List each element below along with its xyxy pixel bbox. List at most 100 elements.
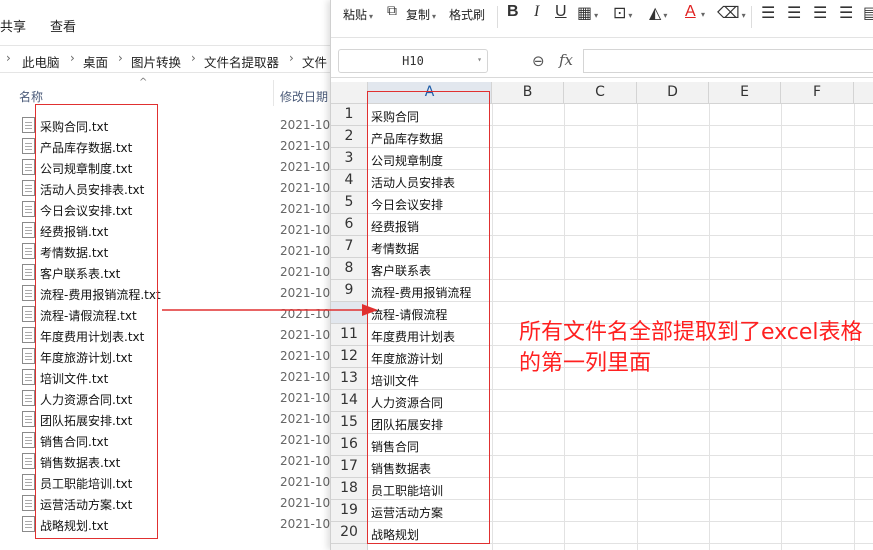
breadcrumb-item-this-pc[interactable]: 此电脑 <box>22 52 60 71</box>
address-bar[interactable]: › 此电脑 › 桌面 › 图片转换 › 文件名提取器 › 文件 <box>0 45 330 73</box>
text-file-icon <box>22 285 35 301</box>
justify-icon[interactable]: ☰ <box>839 3 853 22</box>
name-box-value: H10 <box>402 54 424 68</box>
row-header[interactable]: 18 <box>331 478 368 500</box>
breadcrumb-item-desktop[interactable]: 桌面 <box>83 52 108 71</box>
paste-button[interactable]: 粘贴 ▾ <box>343 6 373 23</box>
text-file-icon <box>22 474 35 490</box>
breadcrumb-item-file[interactable]: 文件 <box>302 52 327 71</box>
file-modified-date: 2021-10- <box>280 454 335 468</box>
annotation-text: 所有文件名全部提取到了excel表格的第一列里面 <box>519 320 863 376</box>
file-modified-date: 2021-10- <box>280 202 335 216</box>
file-modified-date: 2021-10- <box>280 223 335 237</box>
row-header[interactable]: 6 <box>331 214 368 236</box>
row-header[interactable]: 11 <box>331 324 368 346</box>
row-header[interactable]: 12 <box>331 346 368 368</box>
font-color-button[interactable]: A <box>685 3 696 21</box>
text-file-icon <box>22 306 35 322</box>
file-modified-date: 2021-10- <box>280 391 335 405</box>
explorer-ribbon: 共享 查看 <box>0 0 330 44</box>
copy-icon: ⧉ <box>387 3 397 19</box>
underline-button[interactable]: U <box>555 3 567 21</box>
column-header-partial[interactable] <box>854 82 873 104</box>
function-icon[interactable]: fx <box>559 51 573 69</box>
italic-button[interactable]: I <box>534 3 539 21</box>
wrap-text-icon[interactable]: ▤ <box>863 3 873 22</box>
text-file-icon <box>22 348 35 364</box>
breadcrumb-separator-icon: › <box>70 51 75 65</box>
chevron-down-icon: ▾ <box>369 12 374 21</box>
row-header[interactable]: 5 <box>331 192 368 214</box>
text-file-icon <box>22 180 35 196</box>
row-header[interactable]: 13 <box>331 368 368 390</box>
row-header[interactable]: 9 <box>331 280 368 302</box>
file-modified-date: 2021-10- <box>280 160 335 174</box>
row-header[interactable]: 7 <box>331 236 368 258</box>
home-toolbar: 粘贴 ▾ ⧉ 复制 ▾ 格式刷 B I U ▦ ▾ ⊡ ▾ ◭ ▾ A ▾ ⌫ ▾ ☰ ☰ … <box>331 0 873 38</box>
name-box[interactable]: H10 ▾ <box>338 49 488 73</box>
column-divider[interactable] <box>273 80 274 106</box>
spreadsheet-grid[interactable]: A B C D E F 1 采购合同 2 产品库存数据 3 公司规章制度 4 活动人员安排表 5 今日会议安排… <box>331 82 873 550</box>
text-file-icon <box>22 243 35 259</box>
align-left-icon[interactable]: ☰ <box>761 3 775 22</box>
file-modified-date: 2021-10- <box>280 475 335 489</box>
breadcrumb-item-image-convert[interactable]: 图片转换 <box>131 52 181 71</box>
text-file-icon <box>22 495 35 511</box>
highlight-box-filenames <box>35 104 158 539</box>
column-header-f[interactable]: F <box>781 82 854 104</box>
format-painter-button[interactable]: 格式刷 <box>449 6 485 23</box>
sort-ascending-icon: ^ <box>139 77 148 88</box>
merge-icon[interactable]: ⊡ ▾ <box>613 3 632 22</box>
column-header-b[interactable]: B <box>492 82 564 104</box>
text-file-icon <box>22 432 35 448</box>
breadcrumb-item-filename-extractor[interactable]: 文件名提取器 <box>204 52 279 71</box>
row-header[interactable]: 3 <box>331 148 368 170</box>
breadcrumb-separator-icon: › <box>6 51 11 65</box>
row-header[interactable]: 16 <box>331 434 368 456</box>
text-file-icon <box>22 201 35 217</box>
breadcrumb-separator-icon: › <box>289 51 294 65</box>
red-arrow-icon <box>162 304 378 316</box>
toolbar-divider <box>497 6 498 28</box>
row-header[interactable] <box>331 544 368 550</box>
chevron-down-icon[interactable]: ▾ <box>701 10 705 19</box>
select-all-corner[interactable] <box>331 82 368 104</box>
row-header[interactable]: 2 <box>331 126 368 148</box>
ribbon-tab-view[interactable]: 查看 <box>50 16 76 35</box>
copy-label: 复制 <box>406 8 431 22</box>
row-header[interactable]: 1 <box>331 104 368 126</box>
bold-button[interactable]: B <box>507 3 519 21</box>
column-header-e[interactable]: E <box>709 82 781 104</box>
copy-button[interactable]: 复制 ▾ <box>406 6 436 23</box>
border-icon[interactable]: ▦ ▾ <box>577 3 598 22</box>
paste-label: 粘贴 <box>343 8 368 22</box>
column-header-date[interactable]: 修改日期 <box>280 88 328 105</box>
file-modified-date: 2021-10- <box>280 433 335 447</box>
row-header[interactable]: 15 <box>331 412 368 434</box>
file-modified-date: 2021-10- <box>280 349 335 363</box>
ribbon-tab-share[interactable]: 共享 <box>0 16 26 35</box>
breadcrumb-separator-icon: › <box>118 51 123 65</box>
row-header[interactable]: 14 <box>331 390 368 412</box>
row-header[interactable]: 8 <box>331 258 368 280</box>
fill-color-icon[interactable]: ◭ ▾ <box>649 3 667 22</box>
text-file-icon <box>22 327 35 343</box>
column-header-d[interactable]: D <box>637 82 709 104</box>
row-header[interactable]: 17 <box>331 456 368 478</box>
formula-input[interactable] <box>583 49 873 73</box>
file-modified-date: 2021-10- <box>280 265 335 279</box>
column-header-c[interactable]: C <box>564 82 637 104</box>
align-center-icon[interactable]: ☰ <box>787 3 801 22</box>
row-header[interactable]: 20 <box>331 522 368 544</box>
row-header[interactable]: 4 <box>331 170 368 192</box>
text-file-icon <box>22 117 35 133</box>
align-right-icon[interactable]: ☰ <box>813 3 827 22</box>
zoom-search-icon[interactable]: ⊖ <box>532 52 545 70</box>
clear-format-icon[interactable]: ⌫ ▾ <box>717 3 746 22</box>
row-header[interactable]: 19 <box>331 500 368 522</box>
column-header-name[interactable]: 名称 <box>19 88 43 105</box>
formula-bar: H10 ▾ ⊖ fx <box>331 44 873 78</box>
text-file-icon <box>22 222 35 238</box>
chevron-down-icon: ▾ <box>432 12 437 21</box>
file-modified-date: 2021-10- <box>280 181 335 195</box>
